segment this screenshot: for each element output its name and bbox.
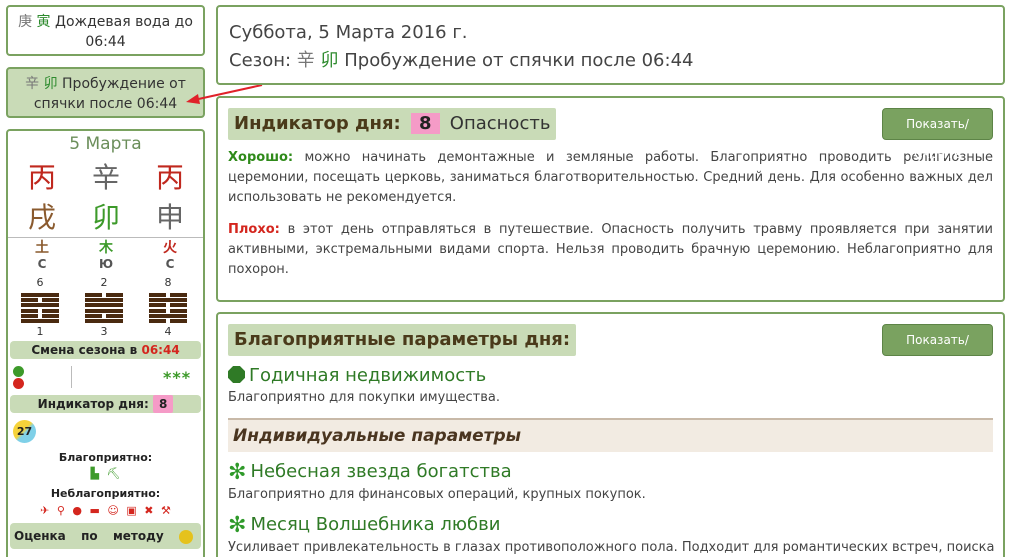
element-fire: 火	[163, 240, 177, 256]
octagon-icon	[228, 366, 245, 383]
gift-icon[interactable]: ▣	[126, 504, 136, 517]
asterisk-icon: ✻	[228, 513, 247, 538]
toggle-params-button[interactable]: Показать/Скрыть	[882, 324, 993, 377]
stem-month: 辛	[91, 161, 120, 194]
element-wood: 木	[99, 240, 113, 256]
divider	[71, 366, 72, 388]
favorable-params-section: Благоприятные параметры дня: Показать/Ск…	[216, 312, 1005, 557]
top-number: 2	[100, 276, 108, 289]
season-branch: 寅	[36, 14, 51, 30]
stem-year: 丙	[27, 161, 56, 194]
season-change-row: Смена сезона в 06:44	[10, 341, 201, 359]
hexagram-icon	[85, 293, 123, 323]
indicator-label: Индикатор дня:	[37, 397, 149, 411]
tool-icon[interactable]: ⚒	[161, 504, 171, 517]
plane-icon[interactable]: ✈	[40, 504, 49, 517]
indicator-section: Индикатор дня: 8 Опасность Показать/Скры…	[216, 96, 1005, 302]
param-description: Благоприятно для финансовых операций, кр…	[228, 487, 646, 502]
param-description: Усиливает привлекательность в глазах про…	[228, 540, 995, 555]
branch-year: 戌	[27, 201, 56, 234]
yellow-dot-icon	[179, 529, 193, 544]
season-change-label: Смена сезона в	[31, 343, 138, 357]
season-stem: 辛	[296, 50, 315, 71]
top-number: 6	[36, 276, 44, 289]
hexagram-icon	[149, 293, 187, 323]
indicator-value: 8	[410, 113, 440, 134]
baby-icon[interactable]: ☺	[107, 504, 118, 517]
number-circle[interactable]: 27	[13, 420, 36, 443]
cross-icon[interactable]: ✖	[144, 504, 153, 517]
param-item[interactable]: ✻ Небесная звезда богатства	[228, 460, 993, 485]
param-description: Благоприятно для покупки имущества.	[228, 390, 501, 405]
param-name: Годичная недвижимость	[249, 365, 487, 386]
params-title: Благоприятные параметры дня:	[228, 324, 577, 356]
previous-season-text: Дождевая вода до 06:44	[55, 14, 193, 50]
divider	[8, 237, 203, 238]
bottom-number: 1	[36, 325, 44, 338]
asterisk-icon: ✻	[228, 460, 247, 485]
unfavorable-icons: ✈ ⚲ ● ▬ ☺ ▣ ✖ ⚒	[8, 504, 203, 517]
indicator-title-label: Индикатор дня:	[234, 113, 401, 134]
branch-day: 申	[155, 201, 184, 234]
season-branch: 卯	[43, 76, 58, 92]
season-change-time: 06:44	[141, 343, 180, 357]
branch-month: 卯	[91, 201, 120, 234]
param-name: Месяц Волшебника любви	[250, 514, 501, 535]
ring-icon[interactable]: ●	[72, 504, 82, 517]
method-row: Оценка по методу	[10, 523, 201, 549]
unfavorable-label: Неблагоприятно:	[50, 487, 161, 500]
favorable-icons: ▙ ⛏	[8, 467, 203, 480]
favorable-label: Благоприятно:	[58, 451, 153, 464]
current-season-box[interactable]: 辛 卯 Пробуждение от спячки после 06:44	[6, 67, 205, 118]
page-title-date: Суббота, 5 Марта 2016 г.	[229, 22, 468, 43]
indicator-title: Индикатор дня: 8 Опасность	[228, 108, 557, 140]
good-text: можно начинать демонтажные и земляные ра…	[228, 150, 993, 205]
season-text: Пробуждение от спячки после 06:44	[344, 50, 694, 71]
season-prefix: Сезон:	[229, 50, 292, 71]
season-stem: 辛	[25, 76, 40, 92]
method-label: Оценка по методу	[14, 529, 164, 543]
param-item[interactable]: Годичная недвижимость	[228, 364, 993, 388]
good-paragraph: Хорошо: можно начинать демонтажные и зем…	[228, 148, 993, 208]
day-card: 5 Марта 丙 辛 丙 戌 卯 申 土 木 火 С Ю С 6 2 8 1 …	[6, 129, 205, 557]
element-letter: С	[165, 257, 175, 271]
individual-params-header: Индивидуальные параметры	[228, 418, 993, 452]
season-branch: 卯	[320, 50, 339, 71]
element-letter: Ю	[98, 257, 114, 271]
building-icon[interactable]: ▙	[91, 467, 99, 480]
stars-rating: ***	[163, 368, 192, 387]
worker-icon[interactable]: ⛏	[107, 467, 121, 480]
element-earth: 土	[35, 240, 49, 256]
toggle-indicator-button[interactable]: Показать/Скрыть	[882, 108, 993, 161]
green-dot-icon	[13, 366, 24, 377]
coffin-icon[interactable]: ▬	[90, 504, 100, 517]
season-line: Сезон: 辛 卯 Пробуждение от спячки после 0…	[229, 47, 1003, 75]
previous-season-box[interactable]: 庚 寅 Дождевая вода до 06:44	[6, 5, 205, 56]
season-stem: 庚	[18, 14, 33, 30]
indicator-value-label: Опасность	[449, 113, 551, 134]
indicator-row: Индикатор дня: 8	[10, 395, 201, 413]
element-letter: С	[37, 257, 47, 271]
good-label: Хорошо:	[228, 150, 294, 165]
bad-paragraph: Плохо: в этот день отправляться в путеше…	[228, 220, 993, 280]
hexagram-icon	[21, 293, 59, 323]
bad-label: Плохо:	[228, 222, 280, 237]
bicycle-icon[interactable]: ⚲	[57, 504, 65, 517]
red-dot-icon	[13, 378, 24, 389]
param-name: Небесная звезда богатства	[250, 461, 512, 482]
day-card-date: 5 Марта	[69, 134, 142, 154]
date-box: Суббота, 5 Марта 2016 г. Сезон: 辛 卯 Проб…	[216, 5, 1005, 85]
bad-text: в этот день отправляться в путешествие. …	[228, 222, 993, 277]
bottom-number: 3	[100, 325, 108, 338]
indicator-value: 8	[152, 395, 174, 413]
top-number: 8	[164, 276, 172, 289]
bottom-number: 4	[164, 325, 172, 338]
param-item[interactable]: ✻ Месяц Волшебника любви	[228, 513, 993, 538]
stem-day: 丙	[155, 161, 184, 194]
